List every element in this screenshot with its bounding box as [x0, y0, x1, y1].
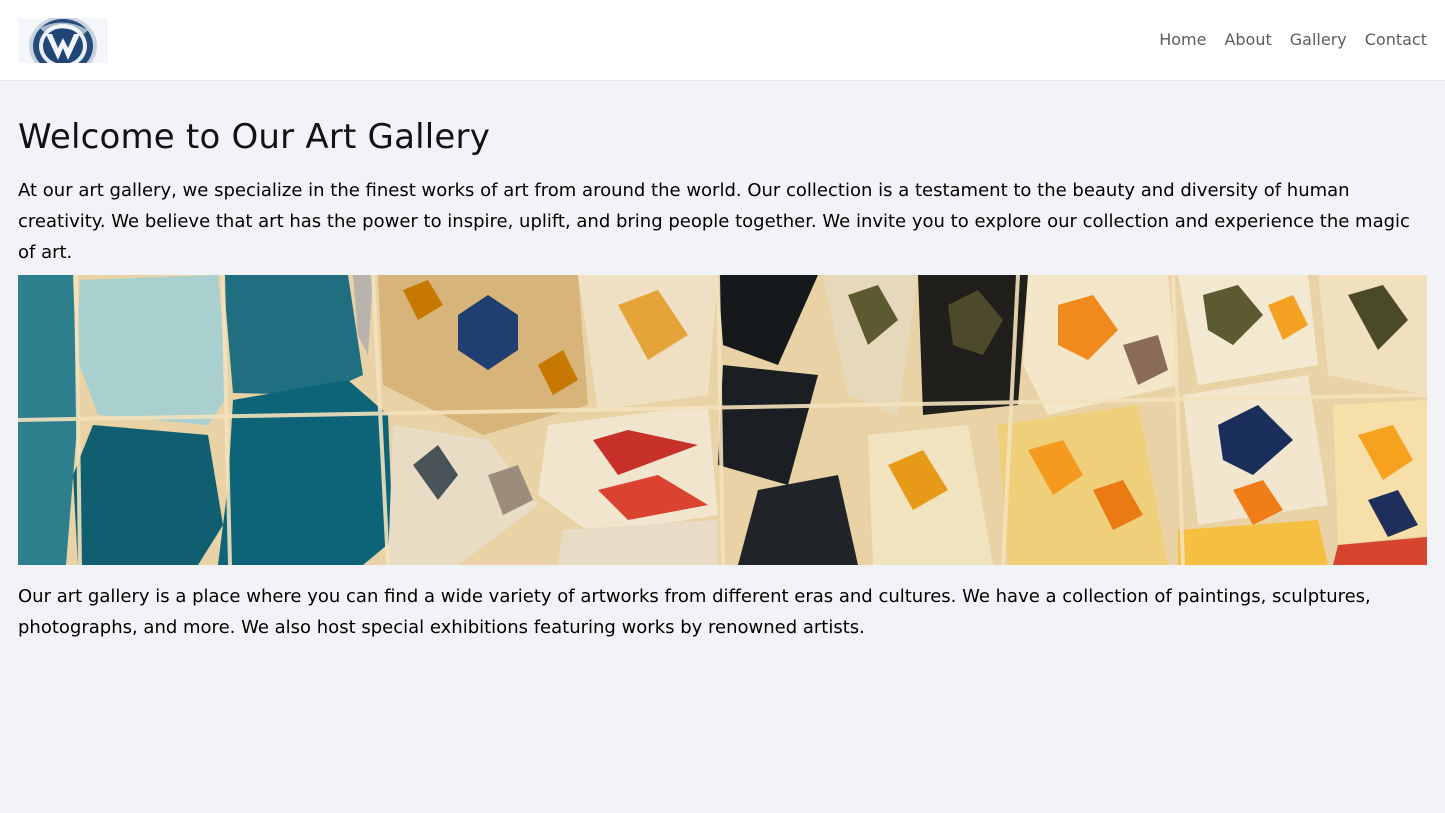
nav-link-home[interactable]: Home [1159, 29, 1206, 51]
intro-paragraph: At our art gallery, we specialize in the… [18, 180, 1410, 263]
nav-link-contact[interactable]: Contact [1365, 29, 1427, 51]
site-header: Home About Gallery Contact [0, 0, 1445, 81]
main-content: Welcome to Our Art Gallery At our art ga… [18, 81, 1427, 638]
page-title: Welcome to Our Art Gallery [18, 117, 491, 157]
gallery-description: Our art gallery is a place where you can… [18, 586, 1371, 638]
nav-link-about[interactable]: About [1224, 29, 1271, 51]
mosaic-tiles-image [18, 275, 1427, 565]
main-nav: Home About Gallery Contact [1141, 29, 1427, 51]
nav-link-gallery[interactable]: Gallery [1290, 29, 1347, 51]
volkswagen-logo-icon[interactable] [18, 18, 108, 63]
